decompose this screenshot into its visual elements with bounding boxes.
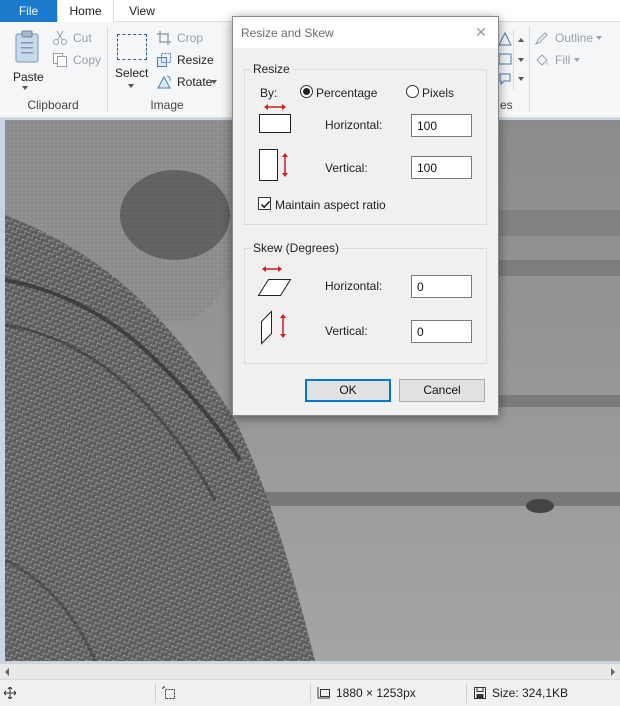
select-rect-icon [117, 34, 147, 60]
shape-callout-icon[interactable] [498, 72, 512, 86]
image-group-label: Image [150, 98, 184, 112]
copy-icon [53, 53, 67, 67]
select-label: Select [115, 66, 149, 80]
disk-icon [474, 687, 486, 699]
scissors-icon [53, 30, 67, 45]
copy-label: Copy [73, 53, 102, 67]
by-label: By: [260, 86, 278, 100]
shape-triangle-icon[interactable] [498, 32, 512, 46]
shapes-scroll-buttons[interactable] [513, 30, 527, 90]
shape-rect-icon[interactable] [498, 52, 512, 66]
checkmark-icon [260, 200, 271, 209]
shapes-group-label: es [500, 98, 513, 112]
select-button[interactable]: Select [112, 26, 152, 92]
rotate-label: Rotate [177, 75, 213, 89]
shapes-scroll-down-icon [518, 58, 524, 62]
status-separator [466, 683, 467, 703]
close-button[interactable]: ✕ [464, 17, 498, 48]
resize-label: Resize [177, 53, 214, 67]
scroll-left-icon[interactable] [5, 668, 9, 676]
resize-vertical-label: Vertical: [325, 161, 368, 175]
skew-vertical-input[interactable] [411, 320, 472, 343]
paste-label: Paste [13, 70, 44, 84]
resize-horizontal-icon [259, 104, 291, 133]
crop-icon [157, 31, 171, 45]
outline-label: Outline [555, 31, 594, 45]
crop-label: Crop [177, 31, 204, 45]
outline-dropdown-icon [596, 36, 602, 40]
skew-horizontal-icon [257, 266, 292, 296]
fill-bucket-icon [536, 54, 548, 66]
scroll-right-icon[interactable] [611, 668, 615, 676]
group-separator [107, 26, 108, 112]
shapes-more-icon [518, 77, 524, 81]
skew-vertical-label: Vertical: [325, 324, 368, 338]
resize-horizontal-label: Horizontal: [325, 118, 383, 132]
ok-button[interactable]: OK [305, 379, 391, 402]
dialog-title-bar[interactable]: Resize and Skew ✕ [233, 17, 498, 48]
percentage-label[interactable]: Percentage [316, 86, 377, 100]
maintain-aspect-checkbox[interactable] [258, 197, 271, 210]
cursor-position-icon [4, 687, 16, 699]
maintain-aspect-label[interactable]: Maintain aspect ratio [275, 198, 386, 212]
selection-size-icon [162, 686, 175, 699]
paste-dropdown-icon [22, 86, 28, 90]
tab-home[interactable]: Home [57, 0, 114, 23]
pixels-radio[interactable] [406, 85, 419, 98]
status-separator [155, 683, 156, 703]
fill-label: Fill [555, 53, 571, 67]
group-separator [529, 26, 530, 112]
percentage-radio[interactable] [300, 85, 313, 98]
select-dropdown-icon [128, 84, 134, 88]
cancel-button[interactable]: Cancel [399, 379, 485, 402]
close-icon: ✕ [475, 24, 487, 40]
skew-horizontal-input[interactable] [411, 275, 472, 298]
resize-icon [157, 53, 171, 67]
file-size: Size: 324,1KB [492, 686, 569, 700]
resize-vertical-icon [259, 149, 288, 181]
radio-selected-dot [303, 88, 310, 95]
horizontal-scrollbar[interactable] [0, 663, 620, 679]
image-dimensions: 1880 × 1253px [336, 686, 416, 700]
status-separator [310, 683, 311, 703]
image-size-icon [317, 687, 330, 699]
tab-view[interactable]: View [114, 0, 170, 23]
skew-legend: Skew (Degrees) [250, 241, 343, 255]
paste-button[interactable]: Paste [6, 26, 48, 92]
rotate-icon [157, 75, 171, 89]
file-tab[interactable]: File [0, 0, 57, 22]
fill-dropdown-icon [574, 58, 580, 62]
rotate-dropdown-icon [211, 80, 217, 84]
resize-vertical-input[interactable] [411, 156, 472, 179]
resize-legend: Resize [250, 62, 293, 76]
cut-label: Cut [73, 31, 92, 45]
resize-horizontal-input[interactable] [411, 114, 472, 137]
pixels-label[interactable]: Pixels [422, 86, 454, 100]
paste-icon [15, 30, 39, 63]
dialog-title: Resize and Skew [241, 26, 334, 40]
shapes-scroll-up-icon [518, 38, 524, 42]
clipboard-group-label: Clipboard [27, 98, 79, 112]
resize-skew-dialog: Resize and Skew ✕ Resize By: Percentage … [232, 16, 499, 416]
skew-vertical-icon [261, 310, 286, 345]
skew-horizontal-label: Horizontal: [325, 279, 383, 293]
status-bar: 1880 × 1253px Size: 324,1KB [0, 679, 620, 706]
outline-pen-icon [534, 32, 548, 46]
